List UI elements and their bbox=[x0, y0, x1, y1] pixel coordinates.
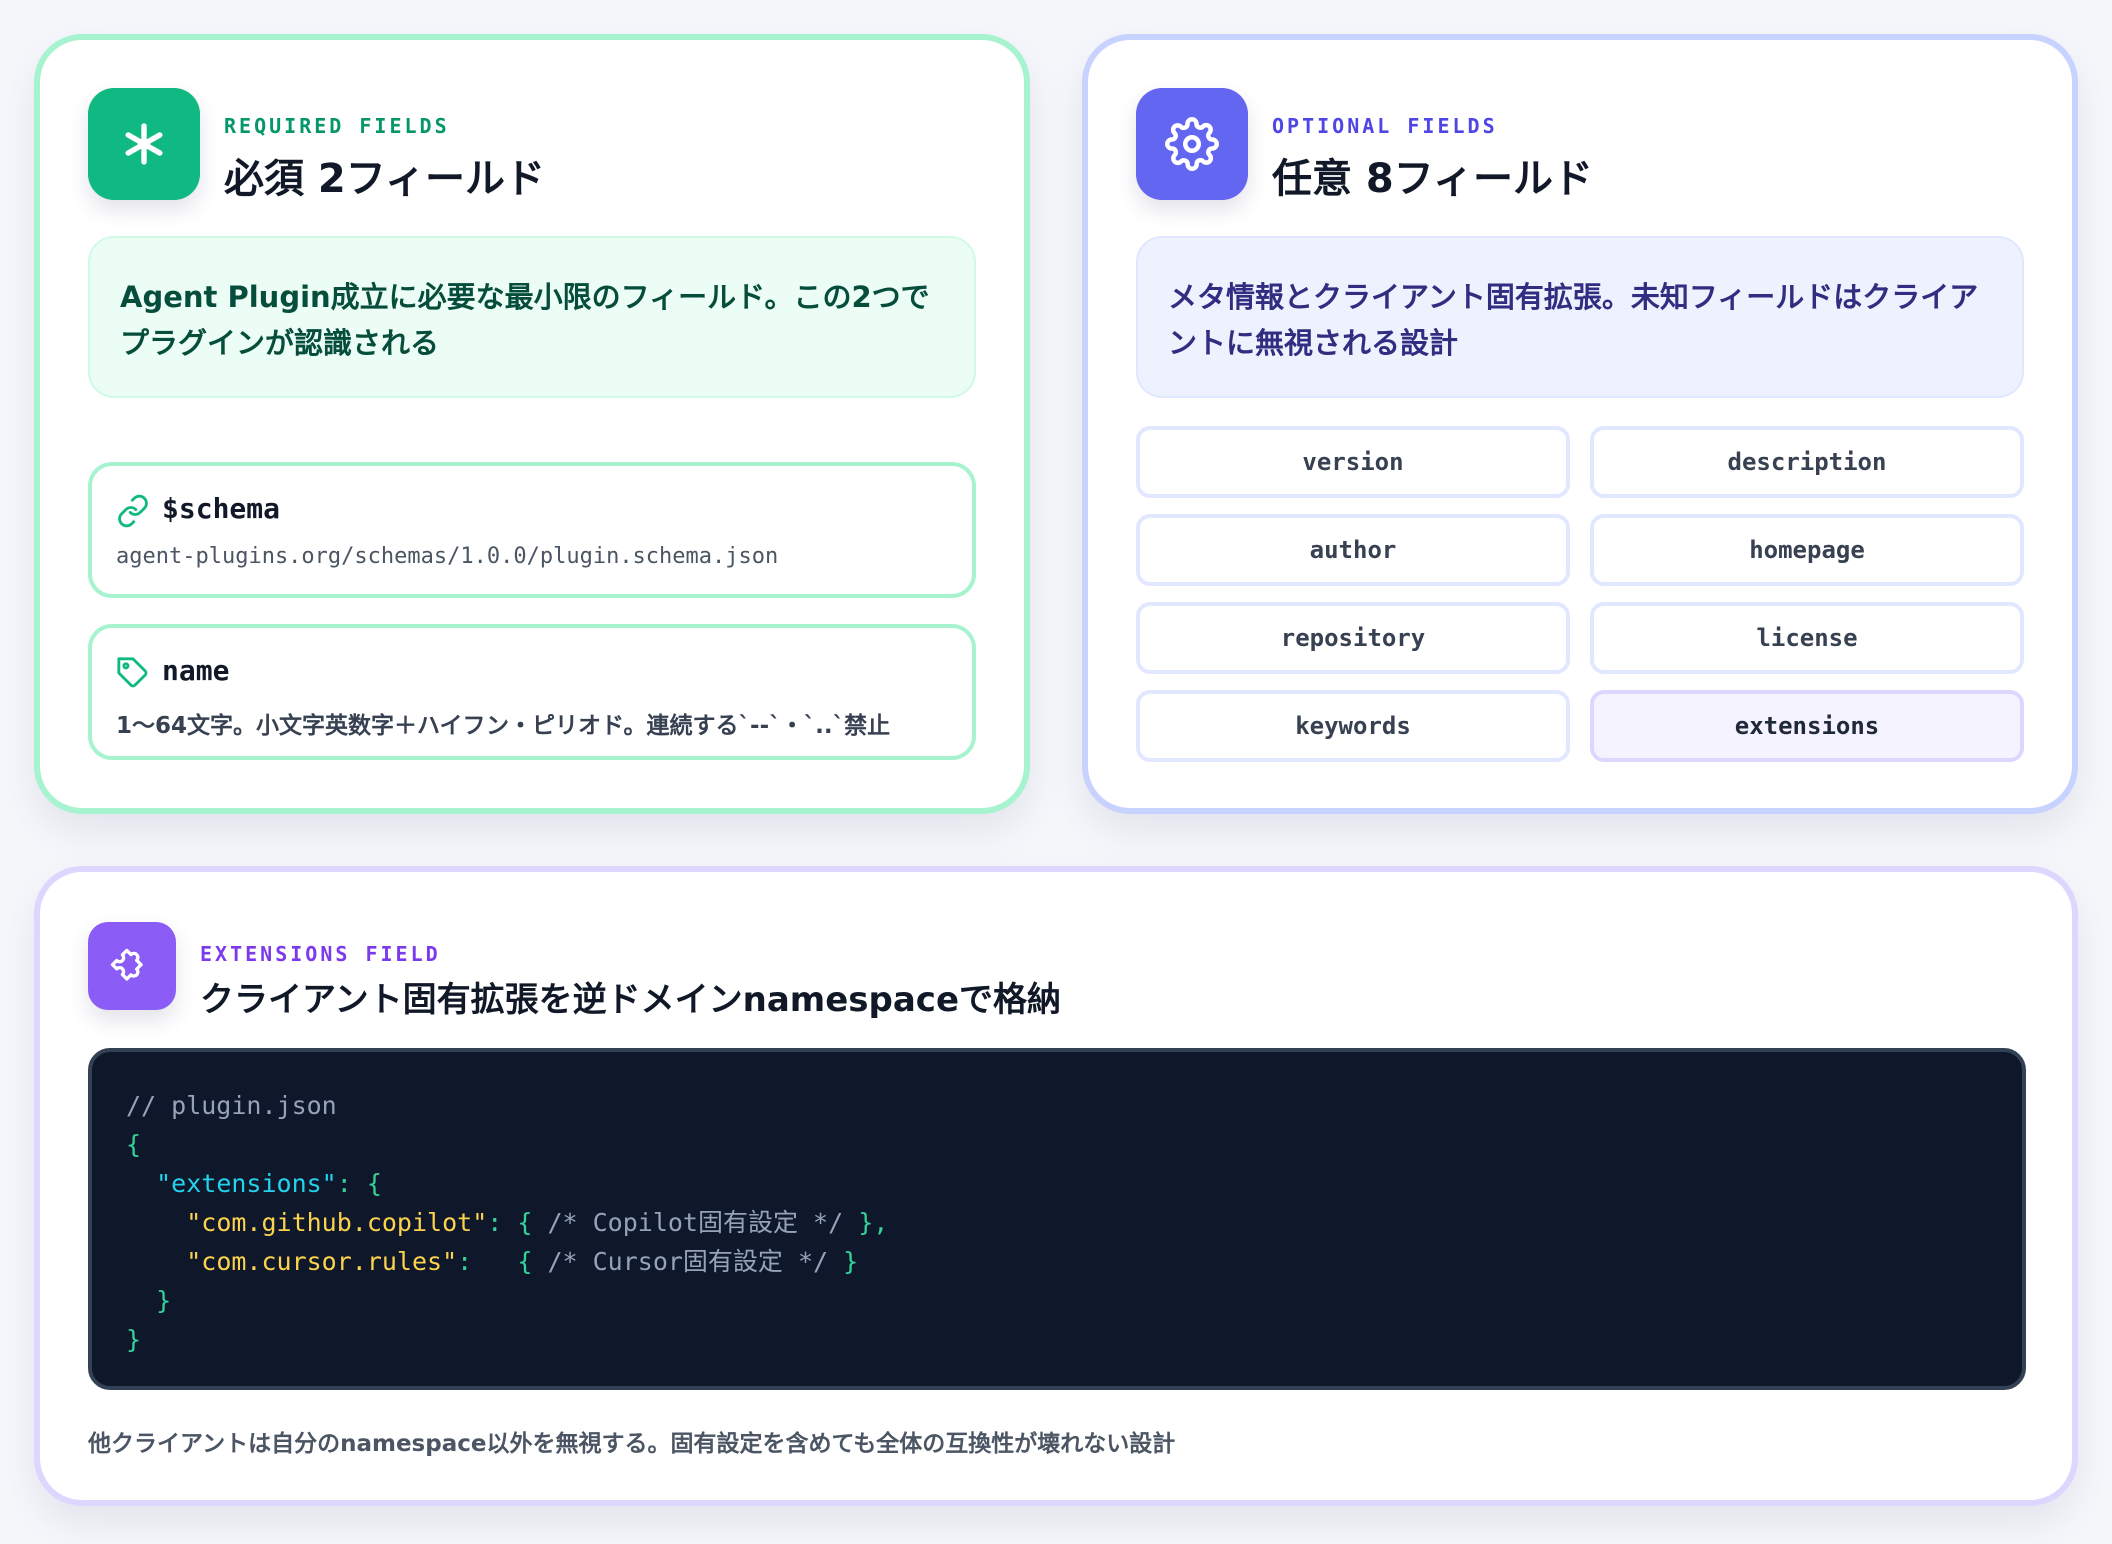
code-block: // plugin.json { "extensions": { "com.gi… bbox=[88, 1048, 2026, 1390]
optional-fields-card: OPTIONAL FIELDS 任意 8フィールド メタ情報とクライアント固有拡… bbox=[1082, 34, 2078, 814]
optional-title: 任意 8フィールド bbox=[1272, 156, 1593, 202]
field-chip-keywords: keywords bbox=[1136, 690, 1570, 762]
code-cursor-comment: /* Cursor固有設定 */ bbox=[547, 1247, 829, 1276]
schema-field-card: $schema agent-plugins.org/schemas/1.0.0/… bbox=[88, 462, 976, 598]
optional-field-grid: version description author homepage repo… bbox=[1136, 426, 2024, 762]
code-inner-close: } bbox=[156, 1286, 172, 1315]
tag-icon bbox=[117, 657, 148, 688]
optional-description: メタ情報とクライアント固有拡張。未知フィールドはクライアントに無視される設計 bbox=[1136, 236, 2024, 398]
field-chip-extensions: extensions bbox=[1590, 690, 2024, 762]
optional-eyebrow: OPTIONAL FIELDS bbox=[1272, 114, 1498, 138]
extensions-field-card: EXTENSIONS FIELD クライアント固有拡張を逆ドメインnamespa… bbox=[34, 866, 2078, 1506]
field-chip-version: version bbox=[1136, 426, 1570, 498]
extensions-eyebrow: EXTENSIONS FIELD bbox=[200, 942, 441, 966]
code-copilot-comment: /* Copilot固有設定 */ bbox=[547, 1208, 844, 1237]
schema-field-label: $schema bbox=[162, 492, 281, 525]
code-cursor-colon: : { bbox=[457, 1247, 548, 1276]
asterisk-icon bbox=[88, 88, 200, 200]
puzzle-icon bbox=[88, 922, 176, 1010]
code-cursor-close: } bbox=[828, 1247, 859, 1276]
required-description: Agent Plugin成立に必要な最小限のフィールド。この2つでプラグインが認… bbox=[88, 236, 976, 398]
field-chip-author: author bbox=[1136, 514, 1570, 586]
required-fields-card: REQUIRED FIELDS 必須 2フィールド Agent Plugin成立… bbox=[34, 34, 1030, 814]
extensions-note: 他クライアントは自分のnamespace以外を無視する。固有設定を含めても全体の… bbox=[88, 1431, 1176, 1457]
name-field-label: name bbox=[162, 654, 230, 687]
code-copilot-colon: : { bbox=[487, 1208, 548, 1237]
field-chip-description: description bbox=[1590, 426, 2024, 498]
required-eyebrow: REQUIRED FIELDS bbox=[224, 114, 450, 138]
field-chip-repository: repository bbox=[1136, 602, 1570, 674]
field-chip-license: license bbox=[1590, 602, 2024, 674]
code-copilot-close: }, bbox=[843, 1208, 889, 1237]
extensions-title: クライアント固有拡張を逆ドメインnamespaceで格納 bbox=[200, 980, 1062, 1020]
name-field-card: name 1〜64文字。小文字英数字＋ハイフン・ピリオド。連続する`--`・`.… bbox=[88, 624, 976, 760]
code-copilot-key: "com.github.copilot" bbox=[186, 1208, 488, 1237]
code-extensions-colon: : { bbox=[336, 1169, 382, 1198]
code-open-brace: { bbox=[126, 1130, 142, 1159]
code-comment: // plugin.json bbox=[126, 1091, 337, 1120]
field-chip-homepage: homepage bbox=[1590, 514, 2024, 586]
code-extensions-key: "extensions" bbox=[156, 1169, 337, 1198]
schema-field-detail: agent-plugins.org/schemas/1.0.0/plugin.s… bbox=[116, 544, 779, 569]
code-outer-close: } bbox=[126, 1325, 142, 1354]
gear-icon bbox=[1136, 88, 1248, 200]
link-icon bbox=[118, 494, 148, 528]
code-cursor-key: "com.cursor.rules" bbox=[186, 1247, 458, 1276]
name-field-detail: 1〜64文字。小文字英数字＋ハイフン・ピリオド。連続する`--`・`..`禁止 bbox=[116, 713, 891, 739]
required-title: 必須 2フィールド bbox=[224, 156, 545, 202]
